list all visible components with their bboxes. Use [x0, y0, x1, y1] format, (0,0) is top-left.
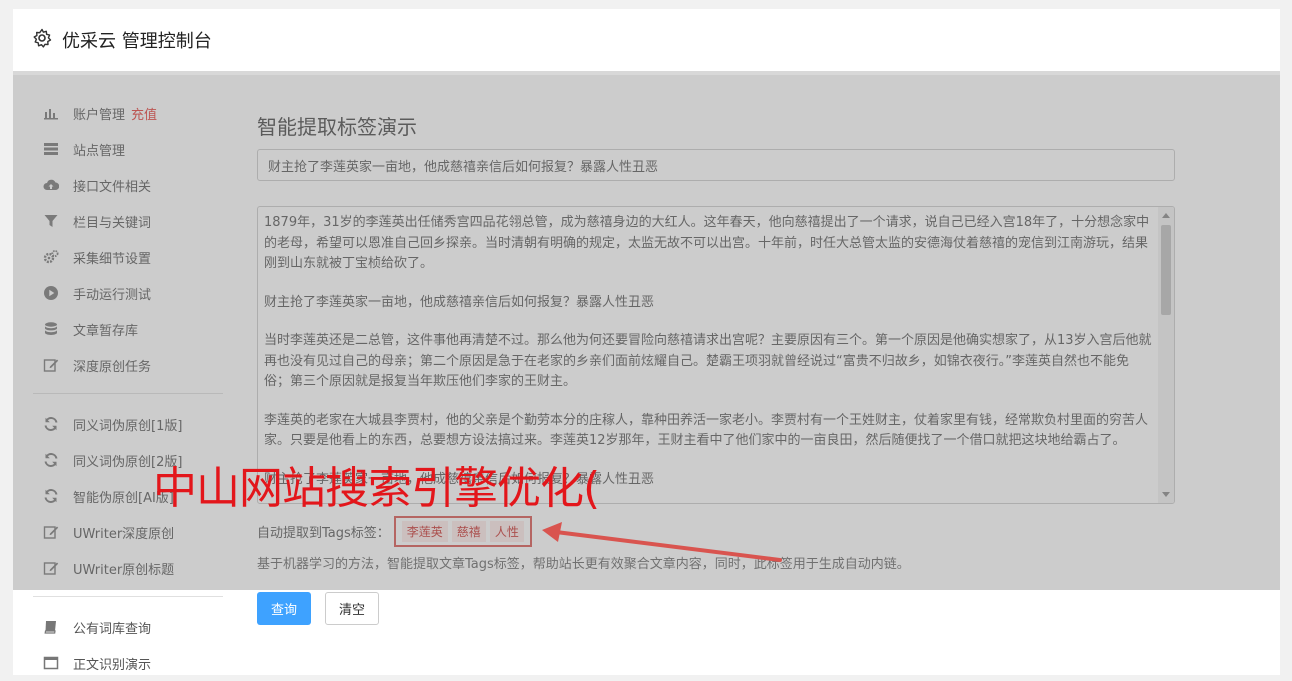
scroll-up-arrow-icon[interactable]	[1162, 213, 1170, 218]
sidebar-item-label: 栏目与关键词	[73, 215, 152, 231]
tags-result-row: 自动提取到Tags标签： 李莲英 慈禧 人性	[257, 516, 532, 547]
page-title: 智能提取标签演示	[257, 115, 417, 139]
scroll-down-arrow-icon[interactable]	[1162, 492, 1170, 497]
query-button[interactable]: 查询	[257, 592, 311, 625]
annotation-arrow-icon	[542, 522, 782, 562]
watermark-text: 中山网站搜索引擎优化(	[153, 463, 600, 514]
content-paragraph: 1879年，31岁的李莲英出任储秀宫四品花翎总管，成为慈禧身边的大红人。这年春天…	[264, 215, 1150, 271]
sidebar-divider	[33, 393, 223, 394]
main-panel: 账户管理 充值 站点管理 接口文件相关 栏目与关键词 采集细节设置 手动运行测试…	[13, 75, 1280, 675]
sidebar-item-uwriter-title[interactable]: UWriter原创标题	[33, 550, 223, 586]
tag-item[interactable]: 李莲英	[401, 521, 448, 542]
sidebar-item-label: 采集细节设置	[73, 251, 152, 267]
sidebar-item-deep-original[interactable]: 深度原创任务	[33, 347, 223, 383]
sidebar-item-manual-run[interactable]: 手动运行测试	[33, 275, 223, 311]
database-icon	[43, 321, 59, 337]
sidebar: 账户管理 充值 站点管理 接口文件相关 栏目与关键词 采集细节设置 手动运行测试…	[33, 95, 223, 681]
sidebar-item-label: 正文识别演示	[73, 657, 152, 673]
top-header: 优采云 管理控制台	[13, 9, 1280, 75]
sidebar-item-public-dictionary[interactable]: 公有词库查询	[33, 609, 223, 645]
content-paragraph: 财主抢了李莲英家一亩地，他成慈禧亲信后如何报复？暴露人性丑恶	[264, 294, 655, 310]
edit-icon	[43, 357, 59, 373]
book-icon	[43, 619, 59, 635]
refresh-icon	[43, 488, 59, 504]
scroll-thumb[interactable]	[1161, 225, 1171, 315]
sidebar-item-label: UWriter深度原创	[73, 526, 175, 542]
content-paragraph: 李莲英的老家在大城县李贾村，他的父亲是个勤劳本分的庄稼人，靠种田养活一家老小。李…	[264, 412, 1149, 449]
sidebar-item-label: 文章暂存库	[73, 323, 139, 339]
filter-icon	[43, 213, 59, 229]
content-paragraph: 当时李莲英还是二总管，这件事他再清楚不过。那么他为何还要冒险向慈禧请求出宫呢？主…	[264, 333, 1152, 389]
clear-button[interactable]: 清空	[325, 592, 379, 625]
window-icon	[43, 655, 59, 671]
sidebar-item-label: 深度原创任务	[73, 359, 152, 375]
sidebar-item-label: 公有词库查询	[73, 621, 152, 637]
sidebar-item-label: 接口文件相关	[73, 179, 152, 195]
refresh-icon	[43, 416, 59, 432]
tag-item[interactable]: 慈禧	[451, 521, 486, 542]
article-title-input[interactable]	[257, 149, 1175, 181]
sidebar-item-account[interactable]: 账户管理 充值	[33, 95, 223, 131]
sidebar-item-text-recognition[interactable]: 正文识别演示	[33, 645, 223, 681]
tags-box: 李莲英 慈禧 人性	[393, 516, 532, 547]
sidebar-item-label: 账户管理	[73, 107, 126, 123]
sidebar-item-synonym-v1[interactable]: 同义词伪原创[1版]	[33, 406, 223, 442]
sidebar-item-label: 同义词伪原创[1版]	[73, 418, 183, 434]
cloud-upload-icon	[43, 177, 59, 193]
gears-icon	[43, 249, 59, 265]
sidebar-item-article-store[interactable]: 文章暂存库	[33, 311, 223, 347]
content-scrollbar[interactable]	[1158, 207, 1174, 503]
sidebar-item-api-files[interactable]: 接口文件相关	[33, 167, 223, 203]
edit-icon	[43, 524, 59, 540]
sidebar-item-label: 站点管理	[73, 143, 126, 159]
recharge-link[interactable]: 充值	[131, 104, 157, 123]
app-title: 优采云 管理控制台	[62, 31, 212, 52]
sidebar-divider	[33, 596, 223, 597]
sidebar-item-sites[interactable]: 站点管理	[33, 131, 223, 167]
sidebar-item-collect-settings[interactable]: 采集细节设置	[33, 239, 223, 275]
edit-icon	[43, 560, 59, 576]
bar-chart-icon	[43, 105, 59, 121]
sidebar-item-label: 手动运行测试	[73, 287, 152, 303]
gear-icon[interactable]	[32, 28, 52, 48]
refresh-icon	[43, 452, 59, 468]
sidebar-item-columns-keywords[interactable]: 栏目与关键词	[33, 203, 223, 239]
tag-item[interactable]: 人性	[489, 521, 524, 542]
sidebar-item-label: UWriter原创标题	[73, 562, 175, 578]
play-icon	[43, 285, 59, 301]
tags-label: 自动提取到Tags标签：	[257, 526, 390, 541]
sidebar-item-uwriter-deep[interactable]: UWriter深度原创	[33, 514, 223, 550]
server-icon	[43, 141, 59, 157]
